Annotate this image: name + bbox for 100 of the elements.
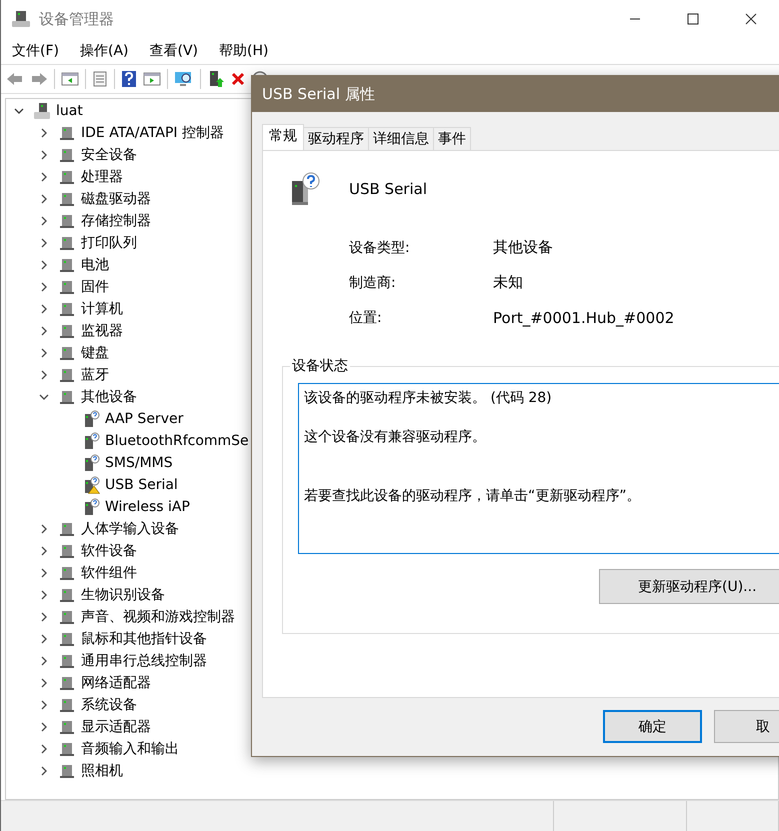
property-label: 制造商:: [349, 274, 397, 292]
cancel-button[interactable]: 取: [714, 710, 779, 743]
ok-button[interactable]: 确定: [603, 710, 702, 743]
expand-chevron-icon[interactable]: [39, 656, 49, 666]
close-icon[interactable]: [745, 13, 757, 25]
tree-item[interactable]: 磁盘驱动器: [81, 190, 151, 208]
menu-item[interactable]: 操作(A): [80, 42, 128, 60]
tree-item[interactable]: Wireless iAP: [105, 499, 190, 515]
device-icon: [58, 631, 76, 647]
group-title: 设备状态: [290, 357, 350, 375]
help-icon[interactable]: [121, 70, 137, 88]
expand-chevron-icon[interactable]: [39, 700, 49, 710]
status-message: 这个设备没有兼容驱动程序。: [304, 428, 487, 447]
expand-chevron-icon[interactable]: [39, 678, 49, 688]
expand-chevron-icon[interactable]: [39, 304, 49, 314]
expand-chevron-icon[interactable]: [39, 216, 49, 226]
device-icon: [58, 653, 76, 669]
expand-chevron-icon[interactable]: [39, 524, 49, 534]
device-icon: [58, 543, 76, 559]
device-icon: [58, 367, 76, 383]
menu-item[interactable]: 查看(V): [150, 42, 198, 60]
tree-item[interactable]: 照相机: [81, 762, 123, 780]
tree-item[interactable]: 网络适配器: [81, 674, 151, 692]
expand-chevron-icon[interactable]: [39, 172, 49, 182]
expand-chevron-icon[interactable]: [39, 260, 49, 270]
device-icon: [58, 345, 76, 361]
tree-item[interactable]: 人体学输入设备: [81, 520, 179, 538]
expand-chevron-icon[interactable]: [39, 194, 49, 204]
tree-item[interactable]: 蓝牙: [81, 366, 109, 384]
tree-item[interactable]: SMS/MMS: [105, 455, 173, 471]
tree-item[interactable]: 键盘: [81, 344, 109, 362]
menu-item[interactable]: 文件(F): [12, 42, 59, 60]
expand-chevron-icon[interactable]: [39, 546, 49, 556]
expand-chevron-icon[interactable]: [39, 326, 49, 336]
device-icon: [58, 587, 76, 603]
property-value: 其他设备: [493, 238, 553, 257]
forward-icon[interactable]: [30, 71, 48, 87]
tree-item[interactable]: luat: [56, 103, 83, 119]
expand-chevron-icon[interactable]: [39, 634, 49, 644]
expand-chevron-icon[interactable]: [39, 128, 49, 138]
uninstall-icon[interactable]: [231, 72, 245, 86]
expand-chevron-icon[interactable]: [39, 590, 49, 600]
tree-item[interactable]: 其他设备: [81, 388, 137, 406]
tree-item[interactable]: 生物识别设备: [81, 586, 165, 604]
computer-icon: [33, 102, 51, 120]
tree-item[interactable]: 电池: [81, 256, 109, 274]
tree-item[interactable]: BluetoothRfcommSe: [105, 433, 249, 449]
update-driver-button[interactable]: 更新驱动程序(U)...: [599, 569, 779, 604]
tree-item[interactable]: 音频输入和输出: [81, 740, 179, 758]
unknown-device-icon: [289, 171, 321, 207]
tree-item[interactable]: 显示适配器: [81, 718, 151, 736]
maximize-icon[interactable]: [687, 13, 699, 25]
tree-item[interactable]: 存储控制器: [81, 212, 151, 230]
expand-chevron-icon[interactable]: [39, 766, 49, 776]
window-title: 设备管理器: [39, 10, 114, 28]
back-icon[interactable]: [6, 71, 24, 87]
expand-chevron-icon[interactable]: [39, 150, 49, 160]
tree-item[interactable]: AAP Server: [105, 411, 184, 427]
expand-chevron-icon[interactable]: [39, 238, 49, 248]
tree-item[interactable]: 计算机: [81, 300, 123, 318]
properties-icon[interactable]: [92, 71, 108, 87]
tree-item[interactable]: 打印队列: [81, 234, 137, 252]
expand-chevron-icon[interactable]: [39, 370, 49, 380]
device-name: USB Serial: [349, 180, 428, 198]
tree-item[interactable]: 软件组件: [81, 564, 137, 582]
collapse-chevron-icon[interactable]: [39, 392, 49, 402]
expand-chevron-icon[interactable]: [39, 744, 49, 754]
action-pane-icon[interactable]: [143, 71, 161, 87]
console-tree-icon[interactable]: [61, 71, 79, 87]
status-text-box[interactable]: 该设备的驱动程序未被安装。 (代码 28) 这个设备没有兼容驱动程序。 若要查找此设备的驱动程序，请单击“更新驱动程序”。: [298, 383, 779, 554]
status-message: 该设备的驱动程序未被安装。 (代码 28): [304, 389, 553, 408]
expand-chevron-icon[interactable]: [39, 722, 49, 732]
tree-item[interactable]: 固件: [81, 278, 109, 296]
tree-item[interactable]: 鼠标和其他指针设备: [81, 630, 207, 648]
expand-chevron-icon[interactable]: [39, 348, 49, 358]
expand-chevron-icon[interactable]: [39, 282, 49, 292]
tree-item[interactable]: 通用串行总线控制器: [81, 652, 207, 670]
tree-item[interactable]: 系统设备: [81, 696, 137, 714]
tree-item[interactable]: 处理器: [81, 168, 123, 186]
tree-item[interactable]: USB Serial: [105, 477, 178, 493]
tree-item[interactable]: 声音、视频和游戏控制器: [81, 608, 235, 626]
device-icon: [58, 191, 76, 207]
collapse-chevron-icon[interactable]: [14, 106, 24, 116]
tree-item[interactable]: IDE ATA/ATAPI 控制器: [81, 124, 224, 142]
device-icon: [58, 301, 76, 317]
status-message: 若要查找此设备的驱动程序，请单击“更新驱动程序”。: [304, 487, 642, 506]
menu-item[interactable]: 帮助(H): [219, 42, 268, 60]
tree-item[interactable]: 软件设备: [81, 542, 137, 560]
update-driver-icon[interactable]: [207, 70, 225, 88]
property-value: 未知: [493, 273, 523, 292]
scan-monitor-icon[interactable]: [174, 70, 194, 88]
device-icon: [58, 235, 76, 251]
tree-item[interactable]: 监视器: [81, 322, 123, 340]
expand-chevron-icon[interactable]: [39, 568, 49, 578]
tree-item[interactable]: 安全设备: [81, 146, 137, 164]
expand-chevron-icon[interactable]: [39, 612, 49, 622]
tab[interactable]: 事件: [433, 127, 471, 150]
device-icon: [58, 125, 76, 141]
tab[interactable]: 常规: [262, 124, 304, 150]
device-icon: [58, 719, 76, 735]
